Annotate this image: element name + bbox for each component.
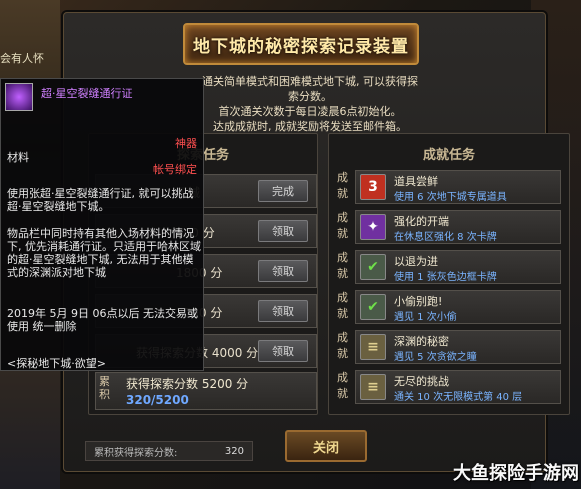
achievement-box: ✦ 强化的开端 在休息区强化 8 次卡牌 bbox=[355, 210, 561, 244]
cumulative-label: 累积 bbox=[99, 375, 110, 401]
scroll-icon: ≡ bbox=[360, 334, 386, 360]
achievement-box: ≡ 深渊的秘密 遇见 5 次贪欲之瞳 bbox=[355, 330, 561, 364]
achievement-item: 成就 3 道具尝鲜 使用 6 次地下城专属道具 bbox=[337, 170, 561, 204]
achievement-tag: 成就 bbox=[337, 371, 348, 400]
item-grade: 神器 bbox=[175, 137, 197, 150]
task-progress: 320/5200 bbox=[126, 393, 189, 407]
task-name: 获得探索分数 5200 分 bbox=[126, 377, 249, 391]
intro-text: 通关简单模式和困难模式地下城, 可以获得探索分数。 首次通关次数于每日凌晨6点初… bbox=[200, 74, 420, 134]
achievement-desc: 使用 1 张灰色边框卡牌 bbox=[394, 272, 497, 283]
check-icon: ✔ bbox=[360, 294, 386, 320]
claim-button[interactable]: 领取 bbox=[258, 220, 308, 242]
achievement-title: 道具尝鲜 bbox=[394, 175, 438, 188]
achievement-item: 成就 ✔ 小偷别跑! 遇见 1 次小偷 bbox=[337, 290, 561, 324]
complete-button[interactable]: 完成 bbox=[258, 180, 308, 202]
achievement-column: 成就任务 成就 3 道具尝鲜 使用 6 次地下城专属道具 成就 ✦ 强化的开端 … bbox=[328, 133, 570, 415]
achievement-title: 强化的开端 bbox=[394, 215, 449, 228]
achievement-desc: 在休息区强化 8 次卡牌 bbox=[394, 232, 497, 243]
watermark: 大鱼探险手游网 bbox=[453, 463, 579, 484]
item-expiry: 2019年 5月 9日 06点以后 无法交易或使用 统一删除 bbox=[7, 307, 198, 333]
dungeon-item-icon: 3 bbox=[360, 174, 386, 200]
claim-button[interactable]: 领取 bbox=[258, 340, 308, 362]
achievement-box: ✔ 以退为进 使用 1 张灰色边框卡牌 bbox=[355, 250, 561, 284]
achievement-item: 成就 ≡ 无尽的挑战 通关 10 次无限模式第 40 层 bbox=[337, 370, 561, 404]
achievement-header: 成就任务 bbox=[422, 147, 475, 163]
achievement-tag: 成就 bbox=[337, 211, 348, 240]
chat-fragment: 会有人怀 bbox=[0, 52, 44, 65]
intro-line: 达成成就时, 成就奖励将发送至邮件箱。 bbox=[213, 120, 407, 133]
claim-button[interactable]: 领取 bbox=[258, 260, 308, 282]
achievement-box: ≡ 无尽的挑战 通关 10 次无限模式第 40 层 bbox=[355, 370, 561, 404]
achievement-tag: 成就 bbox=[337, 331, 348, 360]
pass-item-icon bbox=[5, 83, 33, 111]
claim-button[interactable]: 领取 bbox=[258, 300, 308, 322]
achievement-title: 无尽的挑战 bbox=[394, 375, 449, 388]
achievement-title: 以退为进 bbox=[394, 255, 438, 268]
achievement-item: 成就 ≡ 深渊的秘密 遇见 5 次贪欲之瞳 bbox=[337, 330, 561, 364]
total-score-bar: 累积获得探索分数: 320 bbox=[85, 441, 253, 461]
check-icon: ✔ bbox=[360, 254, 386, 280]
achievement-item: 成就 ✔ 以退为进 使用 1 张灰色边框卡牌 bbox=[337, 250, 561, 284]
achievement-title: 深渊的秘密 bbox=[394, 335, 449, 348]
achievement-item: 成就 ✦ 强化的开端 在休息区强化 8 次卡牌 bbox=[337, 210, 561, 244]
item-desc-extra: 物品栏中同时持有其他入场材料的情况下, 优先消耗通行证。只适用于哈林区域的超·星… bbox=[7, 227, 201, 279]
achievement-box: ✔ 小偷别跑! 遇见 1 次小偷 bbox=[355, 290, 561, 324]
achievement-tag: 成就 bbox=[337, 291, 348, 320]
total-score-label: 累积获得探索分数: bbox=[94, 447, 178, 459]
item-type: 材料 bbox=[7, 151, 29, 164]
panel-title: 地下城的秘密探索记录装置 bbox=[193, 36, 409, 57]
achievement-desc: 通关 10 次无限模式第 40 层 bbox=[394, 392, 523, 403]
intro-line: 首次通关次数于每日凌晨6点初始化。 bbox=[218, 105, 402, 118]
task-row-cumulative: 累积 获得探索分数 5200 分 320/5200 bbox=[95, 372, 317, 410]
enhance-icon: ✦ bbox=[360, 214, 386, 240]
achievement-desc: 使用 6 次地下城专属道具 bbox=[394, 192, 507, 203]
item-name: 超·星空裂缝通行证 bbox=[41, 87, 133, 100]
achievement-title: 小偷别跑! bbox=[394, 295, 443, 308]
total-score-value: 320 bbox=[224, 445, 244, 457]
achievement-box: 3 道具尝鲜 使用 6 次地下城专属道具 bbox=[355, 170, 561, 204]
achievement-desc: 遇见 1 次小偷 bbox=[394, 312, 457, 323]
intro-line: 通关简单模式和困难模式地下城, 可以获得探索分数。 bbox=[202, 75, 418, 103]
close-button[interactable]: 关闭 bbox=[285, 430, 367, 462]
item-desc: 使用张超·星空裂缝通行证, 就可以挑战超·星空裂缝地下城。 bbox=[7, 187, 194, 213]
scroll-icon: ≡ bbox=[360, 374, 386, 400]
achievement-tag: 成就 bbox=[337, 171, 348, 200]
panel-title-plate: 地下城的秘密探索记录装置 bbox=[183, 23, 419, 65]
item-bind: 帐号绑定 bbox=[153, 163, 197, 176]
achievement-tag: 成就 bbox=[337, 251, 348, 280]
item-tooltip: 超·星空裂缝通行证 神器 材料 帐号绑定 使用张超·星空裂缝通行证, 就可以挑战… bbox=[0, 78, 204, 371]
item-source: <探秘地下城·欲望> bbox=[7, 357, 106, 370]
achievement-desc: 遇见 5 次贪欲之瞳 bbox=[394, 352, 477, 363]
